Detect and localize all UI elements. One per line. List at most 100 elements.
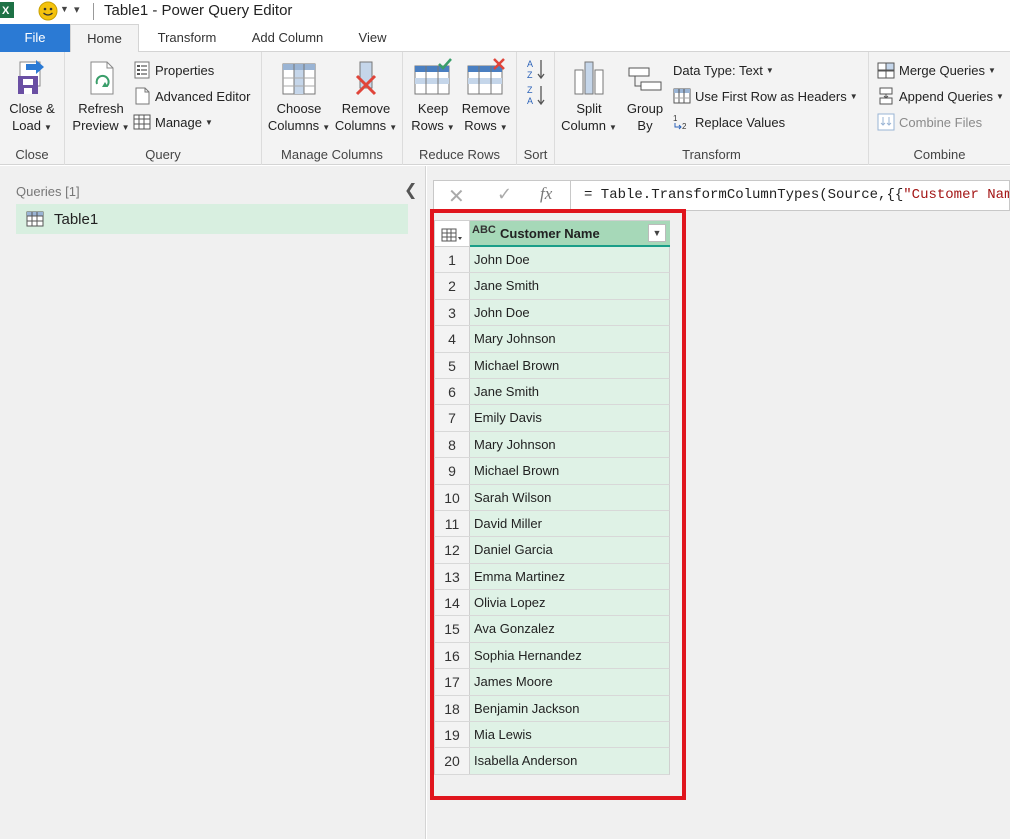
table-row[interactable]: 4 Mary Johnson: [434, 326, 670, 353]
cell-customer-name[interactable]: James Moore: [470, 669, 669, 695]
cell-customer-name[interactable]: Ava Gonzalez: [470, 616, 669, 642]
cell-customer-name[interactable]: Michael Brown: [470, 458, 669, 484]
close-load-button[interactable]: Close & Load ▼: [6, 58, 58, 136]
query-item-table1[interactable]: Table1: [16, 204, 408, 234]
table-row[interactable]: 5 Michael Brown: [434, 352, 670, 379]
cell-customer-name[interactable]: David Miller: [470, 510, 669, 537]
row-number[interactable]: 16: [435, 642, 470, 669]
table-row[interactable]: 14 Olivia Lopez: [434, 590, 670, 617]
row-number[interactable]: 13: [435, 563, 470, 590]
row-number[interactable]: 7: [435, 405, 470, 431]
tab-transform[interactable]: Transform: [148, 24, 226, 52]
split-column-button[interactable]: Split Column ▼: [561, 58, 617, 136]
table-row[interactable]: 8 Mary Johnson: [434, 431, 670, 459]
table-row[interactable]: 13 Emma Martinez: [434, 563, 670, 591]
cell-customer-name[interactable]: Jane Smith: [470, 378, 669, 405]
sort-ascending-icon[interactable]: A Z: [526, 58, 548, 80]
row-number[interactable]: 15: [435, 616, 470, 642]
row-number[interactable]: 1: [435, 247, 470, 273]
quick-access-menu-icon[interactable]: ▾: [74, 3, 80, 16]
collapse-pane-chevron-left-icon[interactable]: ❮: [404, 180, 417, 200]
ribbon: Close & Load ▼ Close Refresh Preview ▼ Pro…: [0, 52, 1010, 165]
table-row[interactable]: 2 Jane Smith: [434, 273, 670, 300]
table-row[interactable]: 11 David Miller: [434, 510, 670, 538]
cell-customer-name[interactable]: Sophia Hernandez: [470, 642, 669, 669]
cell-customer-name[interactable]: Daniel Garcia: [470, 537, 669, 563]
merge-queries-button[interactable]: Merge Queries ▼: [877, 59, 996, 81]
table-row[interactable]: 7 Emily Davis: [434, 405, 670, 432]
row-number[interactable]: 3: [435, 299, 470, 326]
tab-add-column[interactable]: Add Column: [240, 24, 335, 52]
table-row[interactable]: 17 James Moore: [434, 669, 670, 696]
row-number[interactable]: 5: [435, 352, 470, 378]
table-row[interactable]: 20 Isabella Anderson: [434, 748, 670, 775]
close-load-label-2: Load ▼: [12, 118, 52, 133]
cell-customer-name[interactable]: Mia Lewis: [470, 722, 669, 748]
table-row[interactable]: 16 Sophia Hernandez: [434, 642, 670, 670]
cell-customer-name[interactable]: John Doe: [470, 247, 669, 273]
feedback-dropdown-icon[interactable]: ▼: [60, 4, 69, 14]
svg-text:A: A: [527, 59, 533, 69]
cell-customer-name[interactable]: Emma Martinez: [470, 563, 669, 590]
cell-customer-name[interactable]: John Doe: [470, 299, 669, 326]
choose-columns-button[interactable]: Choose Columns ▼: [266, 58, 332, 136]
column-filter-dropdown-icon[interactable]: ▼: [648, 224, 666, 242]
row-number[interactable]: 14: [435, 590, 470, 616]
row-number[interactable]: 20: [435, 748, 470, 774]
formula-input[interactable]: = Table.TransformColumnTypes(Source,{{"C…: [584, 187, 1009, 203]
smiley-feedback-icon[interactable]: [38, 1, 58, 21]
tab-file[interactable]: File: [0, 24, 70, 52]
row-number[interactable]: 10: [435, 484, 470, 510]
table-menu-button[interactable]: [435, 221, 470, 248]
text-type-icon[interactable]: ABC: [472, 224, 496, 236]
replace-values-button[interactable]: 1 2 Replace Values: [673, 111, 785, 133]
table-row[interactable]: 12 Daniel Garcia: [434, 537, 670, 564]
remove-columns-button[interactable]: Remove Columns ▼: [334, 58, 398, 136]
table-row[interactable]: 1 John Doe: [434, 247, 670, 274]
cell-customer-name[interactable]: Mary Johnson: [470, 326, 669, 352]
row-number[interactable]: 12: [435, 537, 470, 563]
data-type-dropdown[interactable]: Data Type: Text ▼: [673, 59, 774, 81]
cell-customer-name[interactable]: Sarah Wilson: [470, 484, 669, 510]
row-number[interactable]: 11: [435, 510, 470, 537]
advanced-editor-button[interactable]: Advanced Editor: [133, 85, 250, 107]
row-number[interactable]: 19: [435, 722, 470, 748]
manage-button[interactable]: Manage ▼: [133, 111, 213, 133]
formula-cancel-icon[interactable]: ✕: [448, 184, 465, 209]
table-row[interactable]: 15 Ava Gonzalez: [434, 616, 670, 643]
tab-view[interactable]: View: [350, 24, 395, 52]
row-number[interactable]: 6: [435, 378, 470, 405]
cell-customer-name[interactable]: Benjamin Jackson: [470, 695, 669, 722]
row-number[interactable]: 4: [435, 326, 470, 352]
row-number[interactable]: 2: [435, 273, 470, 299]
fx-icon[interactable]: fx: [540, 184, 552, 204]
row-number[interactable]: 17: [435, 669, 470, 695]
refresh-preview-button[interactable]: Refresh Preview ▼: [71, 58, 131, 136]
remove-rows-button[interactable]: Remove Rows ▼: [461, 58, 511, 136]
remove-rows-label-2: Rows ▼: [464, 118, 508, 133]
group-by-button[interactable]: Group By: [621, 58, 669, 134]
table-row[interactable]: 19 Mia Lewis: [434, 722, 670, 749]
sort-descending-icon[interactable]: Z A: [526, 84, 548, 106]
row-number[interactable]: 18: [435, 695, 470, 722]
table-row[interactable]: 6 Jane Smith: [434, 378, 670, 406]
cell-customer-name[interactable]: Isabella Anderson: [470, 748, 669, 774]
cell-customer-name[interactable]: Emily Davis: [470, 405, 669, 431]
table-row[interactable]: 3 John Doe: [434, 299, 670, 327]
cell-customer-name[interactable]: Michael Brown: [470, 352, 669, 378]
append-queries-button[interactable]: Append Queries ▼: [877, 85, 1004, 107]
formula-confirm-check-icon[interactable]: ✓: [497, 184, 512, 205]
use-first-row-headers-button[interactable]: Use First Row as Headers ▼: [673, 85, 858, 107]
cell-customer-name[interactable]: Olivia Lopez: [470, 590, 669, 616]
cell-customer-name[interactable]: Jane Smith: [470, 273, 669, 299]
row-number[interactable]: 9: [435, 458, 470, 484]
keep-rows-button[interactable]: Keep Rows ▼: [411, 58, 455, 136]
column-header-customer-name[interactable]: ABC Customer Name ▼: [470, 221, 670, 245]
table-row[interactable]: 10 Sarah Wilson: [434, 484, 670, 511]
table-row[interactable]: 9 Michael Brown: [434, 458, 670, 485]
cell-customer-name[interactable]: Mary Johnson: [470, 431, 669, 458]
tab-home[interactable]: Home: [70, 24, 139, 53]
properties-button[interactable]: Properties: [133, 59, 214, 81]
table-row[interactable]: 18 Benjamin Jackson: [434, 695, 670, 723]
row-number[interactable]: 8: [435, 431, 470, 458]
